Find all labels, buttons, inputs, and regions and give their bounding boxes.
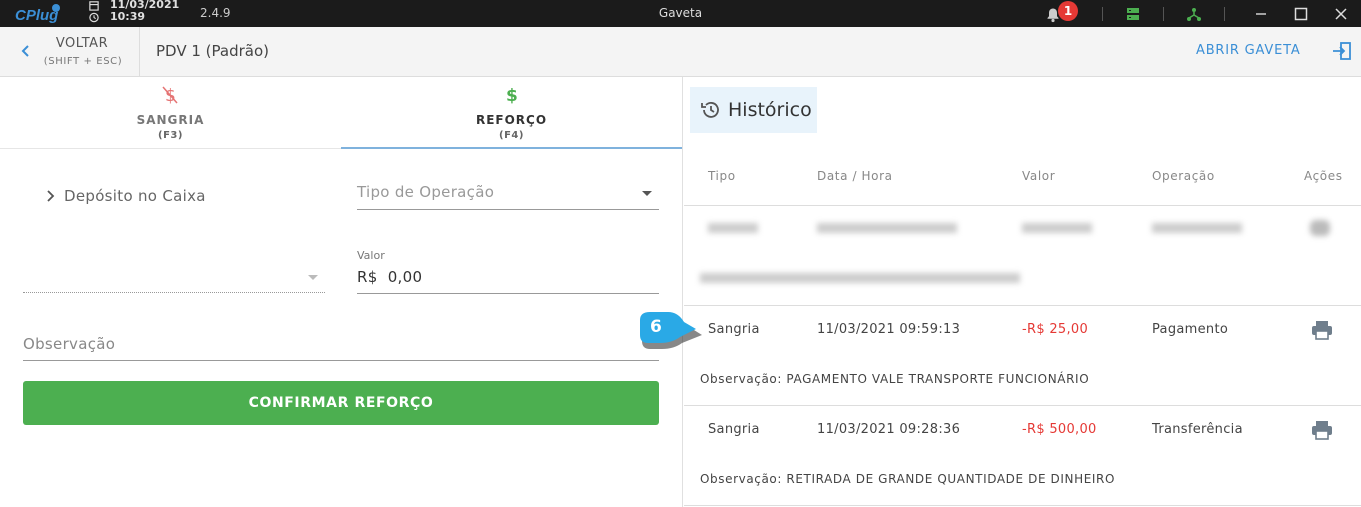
tab-reforco[interactable]: $ REFORÇO (F4) bbox=[341, 77, 682, 149]
blurred-history-row bbox=[684, 206, 1361, 306]
row-tipo: Sangria bbox=[708, 322, 760, 337]
callout-shape bbox=[640, 312, 702, 349]
page-header: VOLTAR (SHIFT + ESC) PDV 1 (Padrão) ABRI… bbox=[0, 27, 1361, 77]
tab-reforco-label: REFORÇO bbox=[475, 113, 548, 127]
divider bbox=[1163, 6, 1164, 21]
clock-icon bbox=[89, 12, 99, 22]
divider bbox=[1102, 6, 1103, 21]
svg-text:CPlug: CPlug bbox=[15, 7, 58, 24]
minimize-icon bbox=[1256, 12, 1266, 15]
back-shortcut: (SHIFT + ESC) bbox=[43, 56, 123, 67]
tab-sangria-label: SANGRIA bbox=[136, 113, 205, 127]
dollar-icon: $ bbox=[506, 86, 518, 105]
row-operacao: Pagamento bbox=[1152, 322, 1229, 337]
version-text: 2.4.9 bbox=[200, 6, 231, 20]
dollar-off-icon: $ bbox=[162, 86, 178, 105]
row-valor: -R$ 25,00 bbox=[1022, 322, 1089, 337]
notification-badge: 1 bbox=[1058, 0, 1078, 21]
amount-value: R$ 0,00 bbox=[357, 268, 423, 286]
row-tipo: Sangria bbox=[708, 422, 760, 437]
cplug-logo: CPlug bbox=[15, 4, 60, 24]
chevron-left-icon bbox=[21, 45, 29, 57]
calendar-icon bbox=[89, 0, 99, 11]
history-icon bbox=[701, 102, 719, 118]
operation-type-placeholder: Tipo de Operação bbox=[357, 183, 495, 201]
server-icon[interactable] bbox=[1125, 6, 1141, 22]
column-header-data-hora: Data / Hora bbox=[817, 169, 893, 183]
title-bar: CPlug 11/03/2021 10:39 2.4.9 Gaveta 1 bbox=[0, 0, 1361, 27]
notifications-button[interactable]: 1 bbox=[1046, 0, 1078, 24]
column-header-valor: Valor bbox=[1022, 169, 1056, 183]
tab-reforco-shortcut: (F4) bbox=[499, 130, 524, 141]
history-panel: Histórico Tipo Data / Hora Valor Operaçã… bbox=[684, 77, 1361, 507]
history-title: Histórico bbox=[728, 99, 812, 121]
history-header: Histórico bbox=[690, 87, 817, 133]
chevron-right-icon bbox=[47, 190, 55, 202]
row-data-hora: 11/03/2021 09:28:36 bbox=[817, 422, 961, 437]
maximize-icon bbox=[1294, 7, 1308, 20]
svg-text:$: $ bbox=[506, 86, 518, 105]
observation-field[interactable]: Observação bbox=[23, 329, 659, 361]
dropdown-arrow-icon bbox=[308, 275, 318, 280]
amount-label: Valor bbox=[357, 249, 385, 262]
operation-type-select[interactable]: Tipo de Operação bbox=[357, 177, 659, 210]
back-button[interactable]: VOLTAR (SHIFT + ESC) bbox=[0, 27, 140, 77]
row-data-hora: 11/03/2021 09:59:13 bbox=[817, 322, 961, 337]
operation-panel: $ SANGRIA (F3) $ REFORÇO (F4) Depósito n… bbox=[0, 77, 683, 507]
divider bbox=[684, 505, 1361, 506]
amount-field[interactable]: Valor R$ 0,00 bbox=[357, 249, 659, 294]
disabled-select[interactable] bbox=[23, 261, 325, 293]
printer-icon[interactable] bbox=[1311, 420, 1333, 440]
datetime: 11/03/2021 10:39 bbox=[88, 0, 179, 23]
row-operacao: Transferência bbox=[1152, 422, 1243, 437]
divider bbox=[684, 405, 1361, 406]
printer-icon[interactable] bbox=[1311, 320, 1333, 340]
divider bbox=[1224, 6, 1225, 21]
operation-type-toggle[interactable]: Depósito no Caixa bbox=[46, 187, 206, 205]
row-observation: Observação: PAGAMENTO VALE TRANSPORTE FU… bbox=[700, 372, 1090, 386]
column-header-tipo: Tipo bbox=[708, 169, 736, 183]
close-button[interactable] bbox=[1321, 0, 1361, 27]
callout-number: 6 bbox=[650, 317, 662, 337]
column-header-operacao: Operação bbox=[1152, 169, 1215, 183]
observation-placeholder: Observação bbox=[23, 335, 116, 353]
close-icon bbox=[1335, 7, 1347, 20]
time-text: 10:39 bbox=[110, 10, 146, 23]
open-drawer-button[interactable]: ABRIR GAVETA bbox=[1196, 43, 1301, 58]
network-icon[interactable] bbox=[1186, 6, 1202, 22]
row-valor: -R$ 500,00 bbox=[1022, 422, 1097, 437]
confirm-reforco-button[interactable]: CONFIRMAR REFORÇO bbox=[23, 381, 659, 425]
operation-type-label: Depósito no Caixa bbox=[64, 187, 206, 205]
tab-sangria-shortcut: (F3) bbox=[158, 130, 183, 141]
divider bbox=[684, 305, 1361, 306]
back-label: VOLTAR bbox=[55, 36, 109, 51]
maximize-button[interactable] bbox=[1281, 0, 1321, 27]
row-observation: Observação: RETIRADA DE GRANDE QUANTIDAD… bbox=[700, 472, 1116, 486]
pdv-title: PDV 1 (Padrão) bbox=[156, 42, 269, 60]
tab-sangria[interactable]: $ SANGRIA (F3) bbox=[0, 77, 341, 149]
step-callout: 6 bbox=[636, 310, 702, 350]
column-header-acoes: Ações bbox=[1304, 169, 1343, 183]
dropdown-arrow-icon bbox=[642, 191, 652, 196]
exit-icon[interactable] bbox=[1332, 41, 1352, 61]
minimize-button[interactable] bbox=[1241, 0, 1281, 27]
